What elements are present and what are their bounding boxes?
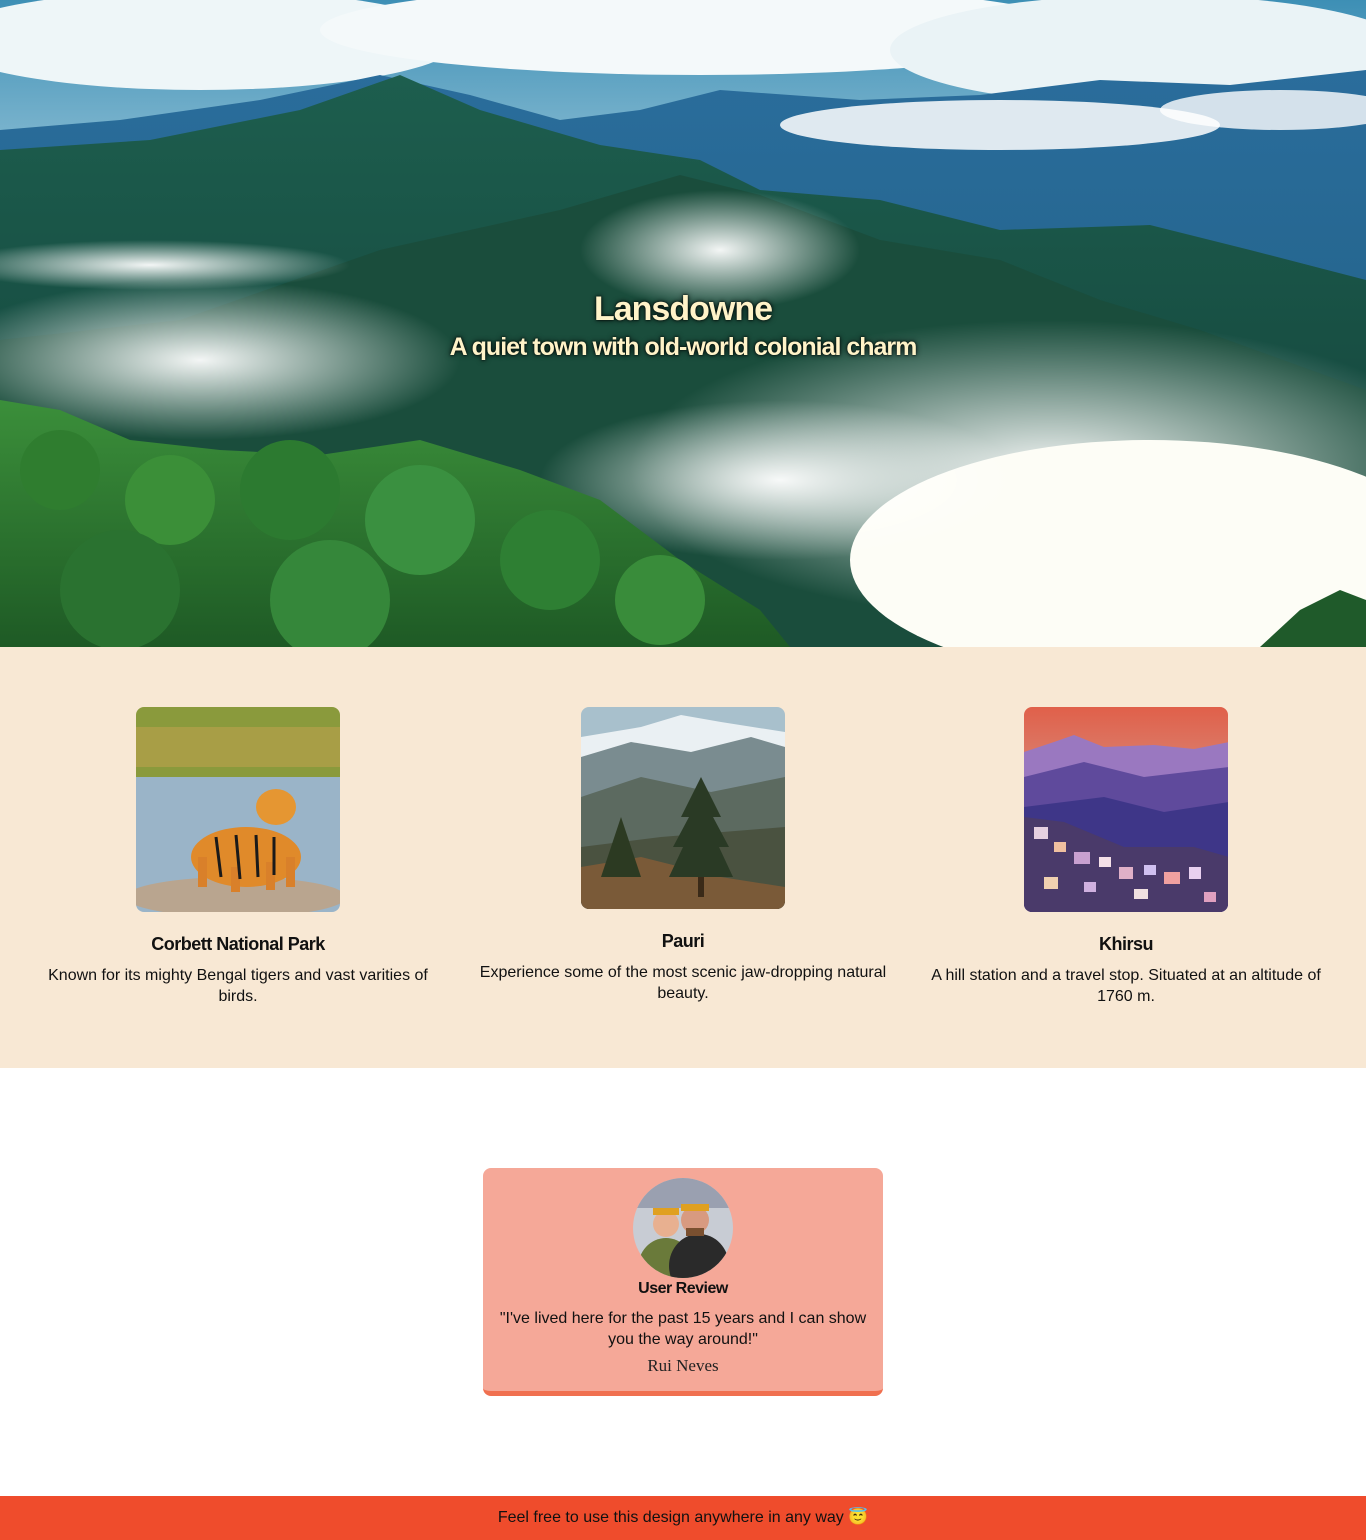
hero-subtitle: A quiet town with old-world colonial cha… [449,333,918,361]
place-card-pauri: Pauri Experience some of the most scenic… [463,707,903,1004]
review-quote: "I've lived here for the past 15 years a… [499,1310,867,1348]
place-name: Pauri [661,931,705,951]
review-heading: User Review [638,1280,728,1297]
hill-town-sunset-photo [1024,707,1228,912]
place-name: Khirsu [1098,934,1154,954]
tiger-photo [136,707,340,912]
places-section: Corbett National Park Known for its migh… [0,647,1366,1068]
place-description: Experience some of the most scenic jaw-d… [479,964,887,1002]
place-card-corbett: Corbett National Park Known for its migh… [18,707,458,1007]
reviewer-avatar [633,1178,733,1278]
place-description: A hill station and a travel stop. Situat… [931,967,1321,1005]
mountain-pine-photo [581,707,785,909]
hero-banner: Lansdowne A quiet town with old-world co… [0,0,1366,647]
footer: Feel free to use this design anywhere in… [0,1496,1366,1540]
place-description: Known for its mighty Bengal tigers and v… [48,967,428,1005]
user-review-card: User Review "I've lived here for the pas… [483,1168,883,1396]
place-card-khirsu: Khirsu A hill station and a travel stop.… [906,707,1346,1007]
place-name: Corbett National Park [151,934,325,954]
review-author: Rui Neves [647,1356,719,1375]
footer-text: Feel free to use this design anywhere in… [497,1509,869,1526]
hero-title: Lansdowne [593,290,773,328]
